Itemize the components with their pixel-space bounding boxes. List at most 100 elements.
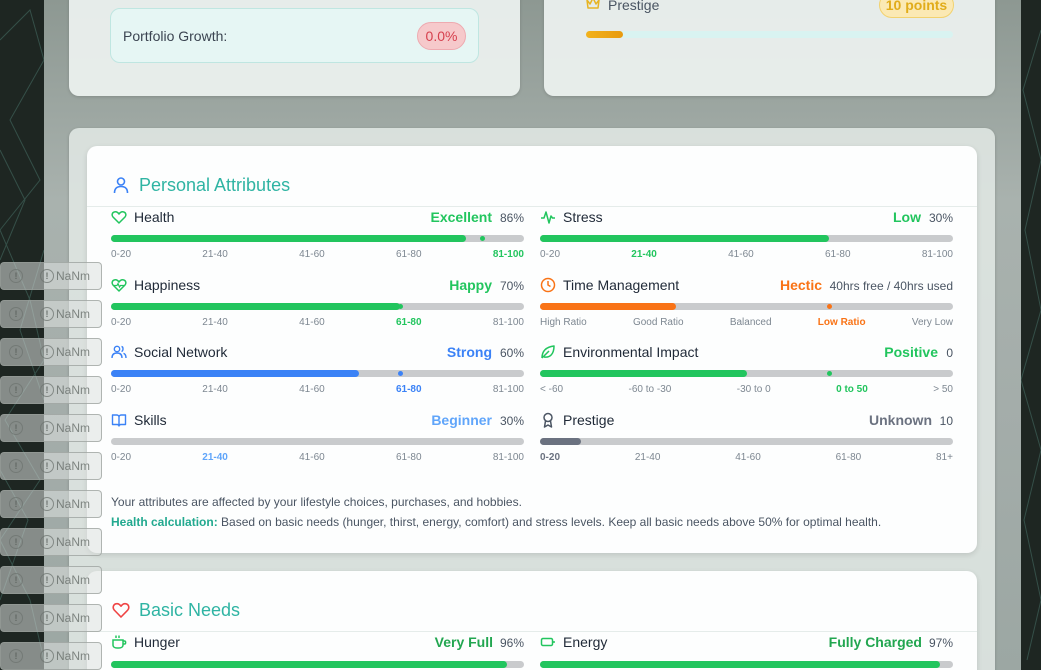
side-button-label: NaNm (56, 421, 91, 435)
portfolio-growth-box: Portfolio Growth: 0.0% (110, 8, 479, 63)
tick-label: 41-60 (299, 249, 325, 260)
alert-icon: ! (9, 383, 23, 397)
alert-icon: ! (40, 269, 54, 283)
tick-label: Balanced (729, 317, 772, 328)
side-button-label: NaNm (56, 497, 91, 511)
health-status: Excellent (430, 209, 492, 225)
tick-label: 0-20 (111, 317, 132, 328)
basic-needs-title: Basic Needs (139, 600, 241, 620)
tick-label: 41-60 (299, 384, 325, 395)
tick-label: 81+ (936, 452, 953, 463)
side-button[interactable]: !! NaNm (0, 566, 102, 594)
user-icon (113, 177, 129, 194)
alert-icon: ! (40, 573, 54, 587)
portfolio-growth-value: 0.0% (417, 22, 466, 50)
stress-status: Low (893, 209, 921, 225)
time-management-value: 40hrs free / 40hrs used (829, 279, 953, 293)
alert-icon: ! (40, 611, 54, 625)
energy-label: Energy (563, 634, 608, 650)
side-button[interactable]: !! NaNm (0, 376, 102, 404)
tick-label: 41-60 (299, 317, 325, 328)
tick-label: Very Low (911, 317, 953, 328)
tick-label: 21-40 (634, 452, 661, 463)
background-pattern-right (1021, 0, 1041, 670)
happiness-ticks: 0-20 21-40 41-60 61-80 81-100 (111, 317, 524, 329)
tick-label: 61-80 (835, 452, 862, 463)
tick-label: 81-100 (492, 249, 524, 260)
side-button-label: NaNm (56, 573, 91, 587)
side-button[interactable]: !! NaNm (0, 452, 102, 480)
happiness-status: Happy (449, 277, 492, 293)
tick-label: High Ratio (540, 317, 587, 328)
alert-icon: ! (9, 345, 23, 359)
alert-icon: ! (9, 611, 23, 625)
health-value: 86% (499, 211, 524, 225)
prestige-ticks: 0-20 21-40 41-60 61-80 81+ (540, 452, 953, 464)
happiness-fill (111, 303, 400, 310)
portfolio-growth-label: Portfolio Growth: (123, 28, 228, 44)
time-management-label: Time Management (563, 277, 680, 293)
energy-status: Fully Charged (828, 634, 922, 650)
side-button-label: NaNm (56, 269, 91, 283)
side-button[interactable]: !! NaNm (0, 414, 102, 442)
prestige-label: Prestige (563, 412, 615, 428)
environmental-impact-bar (540, 370, 953, 377)
social-network-marker (398, 371, 403, 376)
leaf-icon (541, 345, 555, 359)
tick-label: 61-80 (824, 249, 851, 260)
social-network-fill (111, 370, 359, 377)
social-network-bar (111, 370, 524, 377)
prestige-fill (540, 438, 581, 445)
side-button-label: NaNm (56, 307, 91, 321)
side-button[interactable]: !! NaNm (0, 528, 102, 556)
tick-label: 81-100 (921, 249, 953, 260)
hunger-label: Hunger (134, 634, 180, 650)
alert-icon: ! (9, 649, 23, 663)
tick-label: 61-80 (395, 317, 422, 328)
battery-icon (540, 637, 555, 647)
skills-status: Beginner (431, 412, 492, 428)
tick-label: -30 to 0 (736, 384, 771, 395)
time-management-marker (827, 304, 832, 309)
alert-icon: ! (40, 459, 54, 473)
skills-ticks: 0-20 21-40 41-60 61-80 81-100 (111, 452, 524, 464)
tick-label: 0-20 (111, 384, 132, 395)
side-button[interactable]: !! NaNm (0, 338, 102, 366)
heart-icon (112, 602, 130, 618)
side-button[interactable]: !! NaNm (0, 262, 102, 290)
side-button[interactable]: !! NaNm (0, 604, 102, 632)
health-fill (111, 235, 466, 242)
alert-icon: ! (9, 307, 23, 321)
energy-value: 97% (928, 636, 953, 650)
side-button[interactable]: !! NaNm (0, 300, 102, 328)
section-divider (87, 631, 977, 632)
tick-label: 0-20 (111, 249, 132, 260)
tick-label: 0 to 50 (836, 384, 868, 395)
tick-label: 61-80 (395, 384, 422, 395)
tick-label: 61-80 (395, 249, 422, 260)
time-management-fill (540, 303, 676, 310)
side-button[interactable]: !! NaNm (0, 642, 102, 670)
prestige-bar (540, 438, 953, 445)
alert-icon: ! (9, 573, 23, 587)
tick-label: 21-40 (202, 249, 228, 260)
award-icon (543, 412, 553, 428)
environmental-impact-marker (827, 371, 832, 376)
happiness-marker (398, 304, 403, 309)
energy-bar (540, 661, 953, 668)
alert-icon: ! (40, 497, 54, 511)
prestige-summary-bar (586, 31, 953, 38)
side-button-label: NaNm (56, 345, 91, 359)
time-management-ticks: High Ratio Good Ratio Balanced Low Ratio Ver… (540, 317, 953, 329)
side-button-label: NaNm (56, 649, 91, 663)
alert-icon: ! (40, 307, 54, 321)
hunger-value: 96% (499, 636, 524, 650)
side-button[interactable]: !! NaNm (0, 490, 102, 518)
health-marker (480, 236, 485, 241)
environmental-impact-status: Positive (884, 344, 938, 360)
alert-icon: ! (40, 421, 54, 435)
health-calculation-text: Based on basic needs (hunger, thirst, en… (217, 515, 882, 529)
tick-label: > 50 (933, 384, 953, 395)
tick-label: 21-40 (202, 384, 228, 395)
stress-label: Stress (563, 209, 603, 225)
